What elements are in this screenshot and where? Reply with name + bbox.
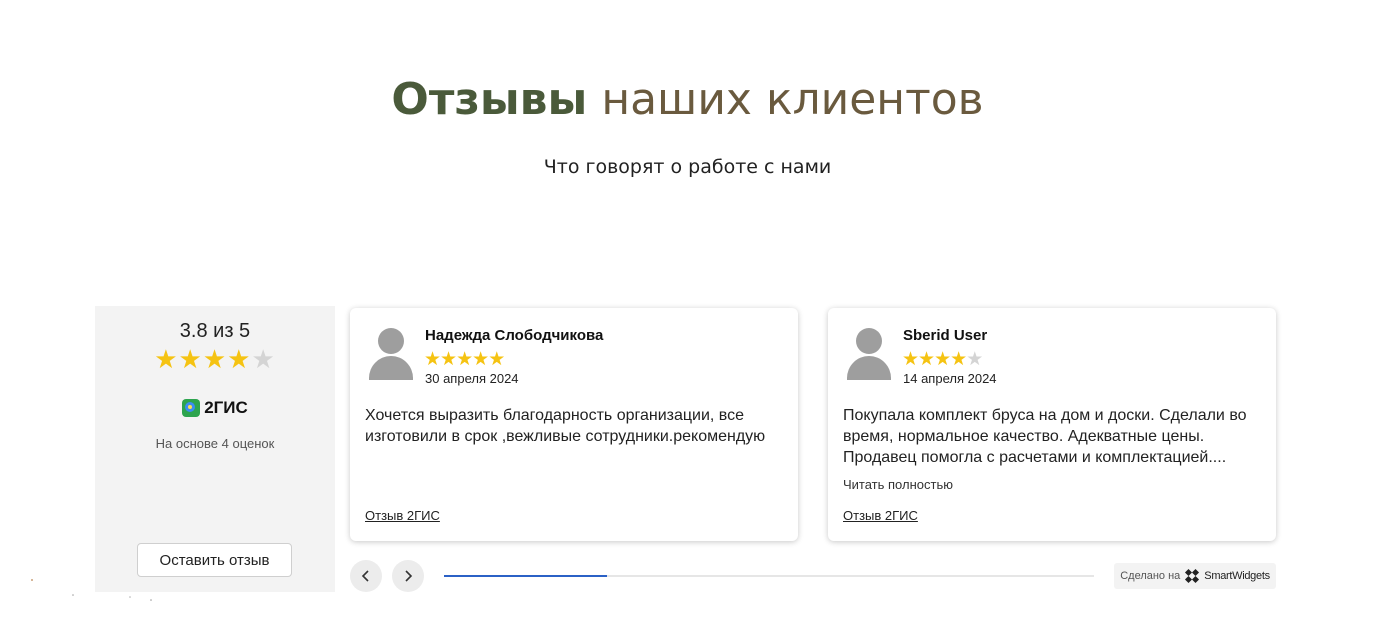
decorative-specks bbox=[31, 579, 152, 601]
brand-2gis: 2ГИС bbox=[95, 398, 335, 418]
star-icon: ★ bbox=[472, 349, 489, 370]
user-avatar-icon bbox=[368, 328, 414, 380]
star-icon: ★ bbox=[456, 349, 473, 370]
review-source-link[interactable]: Отзыв 2ГИС bbox=[843, 508, 918, 523]
page-title-bold: Отзывы bbox=[391, 74, 588, 125]
star-icon: ★ bbox=[202, 344, 228, 374]
carousel-next-button[interactable] bbox=[392, 560, 424, 592]
star-icon: ★ bbox=[424, 349, 441, 370]
leave-review-button[interactable]: Оставить отзыв bbox=[137, 543, 292, 577]
star-icon: ★ bbox=[227, 344, 252, 374]
review-text: Хочется выразить благодарность организац… bbox=[365, 407, 766, 445]
review-card: Sberid User ★★★★★ 14 апреля 2024 Покупал… bbox=[828, 308, 1276, 541]
chevron-left-icon bbox=[361, 570, 369, 582]
summary-stars: ★★★★★ bbox=[95, 344, 335, 375]
read-more-link[interactable]: Читать полностью bbox=[843, 477, 953, 492]
page-title-rest: наших клиентов bbox=[601, 74, 984, 125]
page-title: Отзывы наших клиентов bbox=[0, 72, 1375, 128]
reviewer-name: Надежда Слободчикова bbox=[425, 327, 604, 344]
smartwidgets-logo-icon bbox=[1185, 568, 1200, 584]
star-icon: ★ bbox=[440, 349, 457, 370]
carousel-prev-button[interactable] bbox=[350, 560, 382, 592]
review-source-link[interactable]: Отзыв 2ГИС bbox=[365, 508, 440, 523]
ratings-count: На основе 4 оценок bbox=[155, 436, 275, 451]
star-icon: ★ bbox=[488, 349, 505, 370]
star-icon: ★ bbox=[918, 349, 935, 370]
review-card: Надежда Слободчикова ★★★★★ 30 апреля 202… bbox=[350, 308, 798, 541]
star-icon: ★ bbox=[178, 344, 203, 374]
star-icon: ★ bbox=[902, 349, 919, 370]
credit-prefix: Сделано на bbox=[1120, 570, 1181, 582]
2gis-logo-icon bbox=[182, 399, 201, 417]
chevron-right-icon bbox=[405, 570, 413, 582]
star-icon: ★ bbox=[934, 349, 951, 370]
review-stars: ★★★★★ bbox=[424, 348, 505, 371]
rating-summary: 3.8 из 5 ★★★★★ 2ГИС На основе 4 оценок О… bbox=[95, 306, 335, 592]
review-date: 30 апреля 2024 bbox=[425, 371, 519, 386]
page-subtitle: Что говорят о работе с нами bbox=[543, 156, 832, 178]
star-empty-icon: ★ bbox=[966, 349, 983, 370]
reviewer-name: Sberid User bbox=[903, 327, 988, 344]
made-with-credit[interactable]: Сделано на SmartWidgets bbox=[1114, 563, 1276, 589]
credit-brand: SmartWidgets bbox=[1204, 570, 1270, 582]
review-date: 14 апреля 2024 bbox=[903, 371, 997, 386]
carousel-progress[interactable] bbox=[444, 575, 1094, 577]
star-empty-icon: ★ bbox=[251, 344, 276, 374]
review-text: Покупала комплект бруса на дом и доски. … bbox=[843, 407, 1247, 466]
brand-name: 2ГИС bbox=[204, 398, 248, 417]
user-avatar-icon bbox=[846, 328, 892, 380]
star-icon: ★ bbox=[950, 349, 967, 370]
star-icon: ★ bbox=[154, 344, 179, 374]
rating-value: 3.8 из 5 bbox=[179, 320, 251, 342]
review-stars: ★★★★★ bbox=[902, 348, 983, 371]
carousel-progress-fill bbox=[444, 575, 607, 577]
